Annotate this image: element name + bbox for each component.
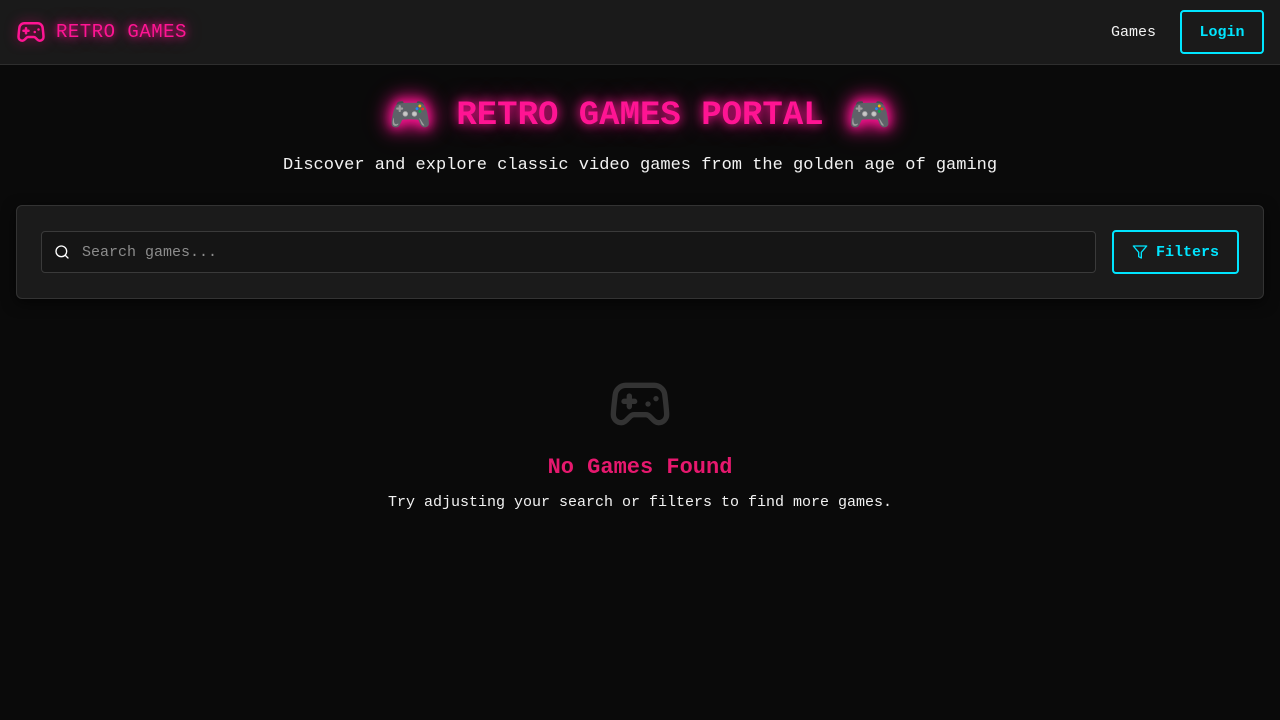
gamepad-emoji-icon: 🎮 xyxy=(389,99,432,137)
empty-state: No Games Found Try adjusting your search… xyxy=(0,372,1280,511)
nav-actions: Games Login xyxy=(1111,10,1264,54)
search-panel: Filters xyxy=(16,205,1264,299)
filters-button-label: Filters xyxy=(1155,243,1219,261)
filter-icon xyxy=(1132,245,1148,259)
empty-state-message: Try adjusting your search or filters to … xyxy=(387,494,893,511)
empty-state-title: No Games Found xyxy=(547,455,733,480)
login-button[interactable]: Login xyxy=(1180,10,1264,54)
brand-name: RETRO GAMES xyxy=(56,21,187,43)
page-title: 🎮 RETRO GAMES PORTAL 🎮 xyxy=(0,92,1280,140)
top-navbar: RETRO GAMES Games Login xyxy=(0,0,1280,65)
brand-logo-link[interactable]: RETRO GAMES xyxy=(16,17,187,47)
page-subtitle: Discover and explore classic video games… xyxy=(282,156,998,175)
search-icon xyxy=(55,245,69,259)
search-input[interactable] xyxy=(82,243,1083,261)
page-title-text: RETRO GAMES PORTAL xyxy=(456,97,824,135)
hero-section: 🎮 RETRO GAMES PORTAL 🎮 Discover and expl… xyxy=(0,92,1280,175)
gamepad-emoji-icon: 🎮 xyxy=(848,99,891,137)
gamepad-icon xyxy=(17,22,45,42)
search-box[interactable] xyxy=(41,231,1096,273)
gamepad-icon xyxy=(610,382,670,426)
filters-button[interactable]: Filters xyxy=(1112,230,1239,274)
nav-link-games[interactable]: Games xyxy=(1111,24,1156,41)
